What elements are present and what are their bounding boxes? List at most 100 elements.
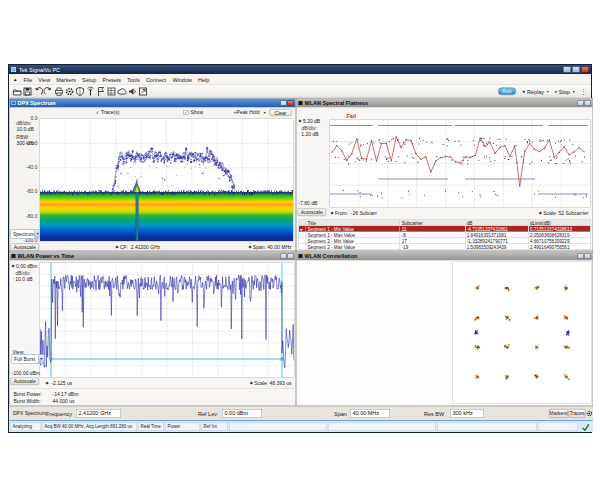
frequency-input[interactable]: 2.41200 GHz <box>76 409 121 418</box>
flatness-title: WLAN Spectral Flatness <box>305 100 369 106</box>
menu-view[interactable]: View <box>35 76 53 82</box>
panel-constellation: WLAN Constellation <box>296 251 593 406</box>
menu-markers[interactable]: Markers <box>53 76 79 82</box>
settings-gear-icon[interactable] <box>586 410 593 417</box>
pvt-ytop[interactable]: ◆ 0.00 dBm <box>12 264 38 269</box>
replay-button[interactable]: ◄Replay▼ <box>521 88 550 94</box>
table-row[interactable]: Segment 2 - Max Value-191.50983509243439… <box>299 244 591 250</box>
maximize-button[interactable] <box>572 67 580 73</box>
constellation-close-button[interactable] <box>585 254 591 259</box>
status-ok-icon <box>582 424 590 432</box>
pvt-xstart-readout[interactable]: ◆ -2.125 us <box>46 381 73 386</box>
menu-window[interactable]: Window <box>169 76 195 82</box>
dpx-close-button[interactable] <box>288 101 294 106</box>
dpx-clear-button[interactable]: Clear <box>270 109 292 116</box>
dpx-y-label: -60.0 <box>10 189 38 194</box>
res-bw-input[interactable]: 300 kHz <box>450 409 484 418</box>
antenna-icon[interactable] <box>86 86 96 96</box>
pvt-ybottom: -100.00 dBm <box>12 371 41 376</box>
flatness-ytop[interactable]: ◆ 5.20 dB <box>299 119 321 124</box>
flatness-close-button[interactable] <box>585 101 591 106</box>
span-input[interactable]: 40.00 MHz <box>350 409 390 418</box>
constellation-plot <box>453 262 592 404</box>
status-mode: Real Time <box>138 423 164 432</box>
menu-connect[interactable]: Connect <box>143 76 169 82</box>
dpx-y-label: -40.0 <box>10 165 38 170</box>
constellation-title: WLAN Constellation <box>305 253 358 259</box>
constellation-titlebar: WLAN Constellation <box>297 252 593 261</box>
dpx-panel-icon <box>12 101 16 105</box>
constellation-maximize-button[interactable] <box>578 254 584 259</box>
ref-lev-input[interactable]: 0.00 dBm <box>222 409 262 418</box>
flatness-dbdiv-label: dB/div: <box>302 126 317 131</box>
status-empty-1 <box>229 423 327 432</box>
open-icon[interactable] <box>12 86 22 96</box>
pvt-view-select[interactable]: Full Burst▼ <box>12 355 45 364</box>
pvt-dbdiv-value[interactable]: ◦ 10.0 dB <box>13 277 33 282</box>
save-icon[interactable] <box>23 86 33 96</box>
menu-bar: ▲ FileViewMarkersSetupPresetsToolsConnec… <box>9 74 591 85</box>
status-empty-4 <box>538 423 578 432</box>
pvt-panel-icon <box>12 254 16 258</box>
dpx-dbdiv-value[interactable]: 10.0 dB <box>17 127 34 132</box>
flatness-dbdiv-value[interactable]: ◦ 1.20 dB <box>299 132 319 137</box>
export-icon[interactable] <box>138 86 148 96</box>
menu-tools[interactable]: Tools <box>124 76 143 82</box>
stop-button[interactable]: ●Stop▼ <box>554 88 575 94</box>
pvt-scale-readout[interactable]: ◆ Scale: 48.393 us <box>250 381 292 386</box>
shield-icon[interactable] <box>75 86 85 96</box>
dpx-maximize-button[interactable] <box>281 101 287 106</box>
menu-presets[interactable]: Presets <box>99 76 124 82</box>
window-title: Tek SignalVu PC <box>19 66 563 73</box>
gear-icon[interactable] <box>65 86 75 96</box>
dpx-y-label: -100.0 <box>10 238 38 243</box>
pvt-burst-power-label: Burst Power: <box>14 392 43 397</box>
redo-icon[interactable] <box>44 86 54 96</box>
dpx-traces-dropdown[interactable]: ✓ Trace(s) <box>96 110 120 115</box>
traces-button[interactable]: Traces <box>569 409 586 418</box>
marker-table-icon[interactable] <box>107 86 117 96</box>
flatness-scale-readout[interactable]: ◆ Scale: 52 Subcarrier <box>539 211 589 216</box>
marker-flag-icon[interactable] <box>96 86 106 96</box>
pvt-title: WLAN Power vs Time <box>18 253 74 259</box>
dpx-display-select[interactable]: Spectrum▼ <box>11 230 40 239</box>
status-ref: Ref Int <box>201 423 228 432</box>
dpx-y-label: -80.0 <box>10 214 38 219</box>
print-icon[interactable] <box>54 86 64 96</box>
menu-setup[interactable]: Setup <box>79 76 99 82</box>
dpx-span-readout[interactable]: ◆ Span: 40.00 MHz <box>248 245 291 250</box>
menu-file[interactable]: File <box>20 76 35 82</box>
stop-caret-icon: ▼ <box>572 90 575 94</box>
speaker-icon[interactable] <box>128 86 138 96</box>
flatness-results-table: TitleSubcarrierdBdLimit(dB)▸Segment 1 - … <box>299 220 591 251</box>
dpx-peakhold-dropdown[interactable]: +Peak Hold ▼ <box>234 110 267 116</box>
dpx-show-checkbox[interactable]: Show <box>184 110 204 115</box>
flatness-from-readout[interactable]: ◆ From: -26 Subcarr <box>331 211 377 216</box>
res-bw-label: Res BW <box>424 411 444 417</box>
app-window: Tek SignalVu PC ▲ FileViewMarkersSetupPr… <box>8 64 592 433</box>
dpx-y-label: 0.0 <box>10 116 38 121</box>
flatness-autoscale-button[interactable]: Autoscale <box>298 209 327 217</box>
menu-help[interactable]: Help <box>195 76 212 82</box>
frequency-label: Frequency <box>46 411 72 417</box>
undo-icon[interactable] <box>33 86 43 96</box>
markers-button[interactable]: Markers <box>549 409 568 418</box>
ref-lev-label: Ref Lev <box>198 411 217 417</box>
pvt-close-button[interactable] <box>288 254 294 259</box>
pvt-autoscale-button[interactable]: Autoscale <box>11 378 40 386</box>
app-menu-icon[interactable]: ▲ <box>9 77 20 82</box>
pvt-maximize-button[interactable] <box>281 254 287 259</box>
dpx-plot <box>40 119 294 242</box>
minimize-button[interactable] <box>563 67 571 73</box>
dpx-autoscale-button[interactable]: Autoscale <box>11 244 40 252</box>
status-state: Analyzing <box>10 423 41 432</box>
status-acquisition: Acq BW 40.00 MHz, Acq Length 891.280 us <box>42 423 137 432</box>
pvt-dbdiv-label: dB/div: <box>16 271 31 276</box>
run-button[interactable]: Run <box>498 88 516 96</box>
toolbar-overflow[interactable]: ⋮ <box>580 88 587 95</box>
app-icon <box>11 67 16 72</box>
cloud-icon[interactable] <box>117 86 127 96</box>
flatness-maximize-button[interactable] <box>578 101 584 106</box>
dpx-cf-readout[interactable]: ◆ CF: 2.41200 GHz <box>116 245 161 250</box>
close-button[interactable] <box>581 67 589 73</box>
